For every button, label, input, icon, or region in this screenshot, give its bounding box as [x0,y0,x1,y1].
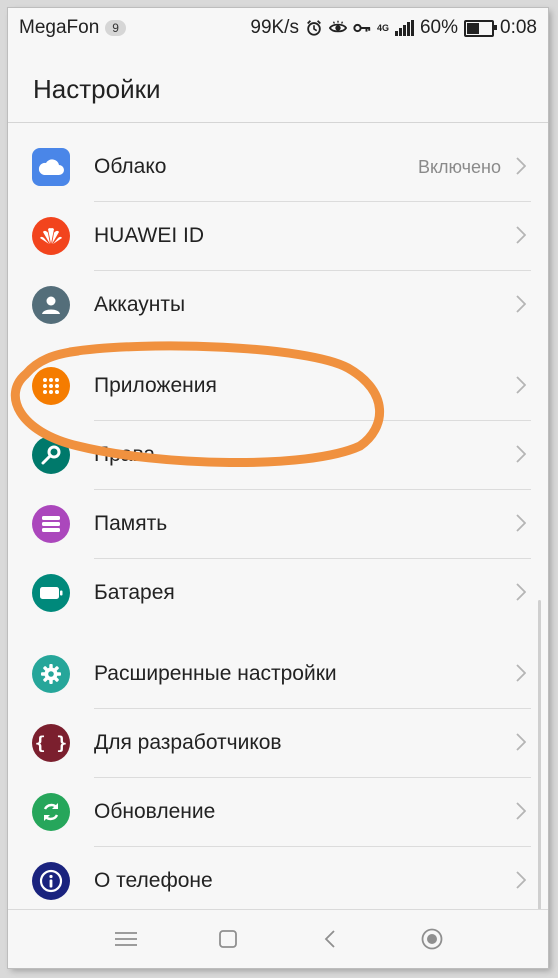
menu-icon[interactable] [111,924,141,954]
app-header: Настройки [8,50,548,123]
gear-icon [32,655,70,693]
settings-item-label: Батарея [94,581,175,604]
chevron-right-icon [516,157,526,175]
battery-percent: 60% [419,17,459,38]
chevron-right-icon [516,445,526,463]
settings-item-label: Права [94,443,156,466]
info-icon [32,862,70,900]
settings-item-label: Аккаунты [94,293,186,316]
settings-item-label: HUAWEI ID [94,224,205,247]
settings-item-label: Расширенные настройки [94,662,337,685]
settings-item-cloud[interactable]: Облако Включено [8,133,548,202]
huawei-logo-icon [32,217,70,255]
apps-grid-icon [32,367,70,405]
settings-item-label: Облако [94,155,167,178]
chevron-right-icon [516,664,526,682]
settings-item-about[interactable]: О телефоне [8,847,548,916]
clock: 0:08 [500,17,537,38]
eye-comfort-icon [328,20,347,33]
vpn-key-icon [353,23,371,33]
chevron-right-icon [516,295,526,313]
navigation-bar [8,909,548,968]
cloud-icon [32,148,70,186]
settings-item-memory[interactable]: Память [8,490,548,559]
settings-item-apps[interactable]: Приложения [8,352,548,421]
chevron-right-icon [516,871,526,889]
home-icon[interactable] [213,924,243,954]
chevron-right-icon [516,802,526,820]
settings-item-developers[interactable]: { } Для разработчиков [8,709,548,778]
status-bar: MegaFon 9 99K/s 4G 60% 0:08 [8,8,548,50]
braces-icon: { } [32,724,70,762]
carrier-name: MegaFon [19,17,100,38]
battery-icon [32,574,70,612]
person-icon [32,286,70,324]
network-speed: 99K/s [250,17,299,38]
settings-item-permissions[interactable]: Права [8,421,548,490]
back-icon[interactable] [315,924,345,954]
screen: MegaFon 9 99K/s 4G 60% 0:08 Настройки Об… [8,8,548,968]
settings-item-label: Обновление [94,800,216,823]
settings-item-label: Для разработчиков [94,731,282,754]
battery-status-icon [464,19,498,37]
chevron-right-icon [516,514,526,532]
chevron-right-icon [516,583,526,601]
settings-item-battery[interactable]: Батарея [8,559,548,628]
key-icon [32,436,70,474]
battery-level-fill [467,22,480,34]
page-title: Настройки [33,74,161,104]
settings-list: Облако Включено HUAWEI ID Аккаунты Прило… [8,133,548,916]
refresh-icon [32,793,70,831]
assistant-icon[interactable] [417,924,447,954]
notification-count-badge: 9 [105,20,126,36]
settings-item-huawei-id[interactable]: HUAWEI ID [8,202,548,271]
settings-item-value: Включено [417,157,501,177]
storage-icon [32,505,70,543]
chevron-right-icon [516,226,526,244]
alarm-icon [307,20,321,36]
chevron-right-icon [516,733,526,751]
settings-item-accounts[interactable]: Аккаунты [8,271,548,340]
network-type-label: 4G [376,22,389,33]
scrollbar[interactable] [538,600,541,910]
settings-item-label: О телефоне [94,869,213,892]
settings-item-advanced[interactable]: Расширенные настройки [8,640,548,709]
chevron-right-icon [516,376,526,394]
settings-item-label: Приложения [94,374,217,397]
signal-strength-icon [394,20,414,36]
settings-item-label: Память [94,512,168,535]
settings-item-update[interactable]: Обновление [8,778,548,847]
